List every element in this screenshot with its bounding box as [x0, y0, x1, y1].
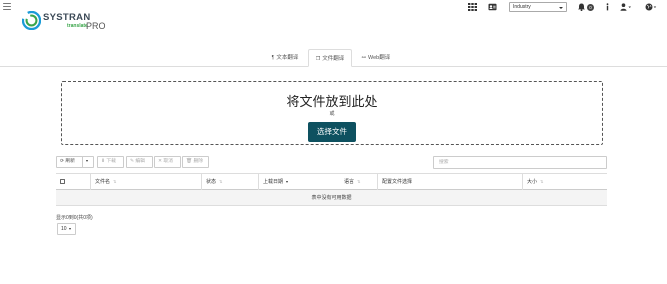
- delete-label: 删除: [193, 159, 204, 164]
- download-label: 下载: [106, 159, 116, 164]
- tab-web-translation[interactable]: ⚯ Web翻译: [354, 49, 398, 67]
- cancel-button[interactable]: ✕ 取消: [154, 156, 181, 168]
- table-empty-row: 表中没有可用数据: [56, 190, 607, 206]
- edit-button[interactable]: ✎ 编辑: [126, 156, 153, 168]
- search-placeholder: 搜索: [439, 160, 449, 165]
- user-icon[interactable]: [620, 3, 632, 11]
- sort-icon: ⇅: [357, 179, 361, 184]
- refresh-button[interactable]: ⟳ 刷新: [56, 156, 83, 168]
- logo-translate-text: translate: [67, 23, 88, 29]
- domain-select-value: Industry: [513, 4, 531, 10]
- close-icon: ✕: [158, 159, 163, 164]
- refresh-label: 刷新: [65, 159, 75, 164]
- drop-zone-or: 或: [329, 111, 335, 117]
- logo-mark-icon: [22, 11, 41, 30]
- pagination-info: 显示0到0(共0项): [56, 215, 93, 221]
- pencil-icon: ✎: [130, 159, 135, 164]
- trash-icon: 🗑: [186, 159, 193, 164]
- column-label: 大小: [527, 179, 538, 185]
- systran-logo[interactable]: SYSTRAN translate PRO: [22, 8, 112, 34]
- menu-hamburger-icon[interactable]: [3, 3, 11, 11]
- apps-grid-icon[interactable]: [468, 3, 477, 11]
- link-icon: ⚯: [361, 55, 366, 61]
- translation-tabs: ¶ 文本翻译 ❐ 文件翻译 ⚯ Web翻译: [0, 49, 667, 67]
- column-label: 文件名: [95, 179, 111, 185]
- sort-icon: ⇅: [540, 179, 544, 184]
- tab-label: 文件翻译: [322, 56, 345, 62]
- column-upload-date[interactable]: 上载日期: [258, 174, 340, 190]
- tab-label: 文本翻译: [276, 55, 299, 61]
- chevron-down-icon: [86, 159, 88, 162]
- logo-systran-text: SYSTRAN: [43, 12, 91, 23]
- column-status[interactable]: 状态 ⇅: [201, 174, 258, 190]
- notification-badge: 0: [587, 4, 594, 11]
- download-icon: ⬇: [101, 159, 106, 164]
- tab-file-translation[interactable]: ❐ 文件翻译: [308, 49, 352, 67]
- cancel-label: 取消: [163, 159, 173, 164]
- chevron-down-icon: [68, 227, 71, 230]
- domain-select[interactable]: Industry: [509, 2, 567, 12]
- column-label: 语言: [344, 179, 355, 185]
- files-table: 文件名 ⇅ 状态 ⇅ 上载日期 语言 ⇅ 配置文件选择 大小 ⇅ 表中没有可用数据: [56, 173, 607, 206]
- column-profile: 配置文件选择: [377, 174, 522, 190]
- refresh-dropdown-button[interactable]: [82, 156, 94, 168]
- paragraph-icon: ¶: [271, 55, 275, 61]
- bell-icon[interactable]: [577, 3, 586, 11]
- file-drop-zone[interactable]: 将文件放到此处 或 选择文件: [61, 81, 603, 145]
- chevron-down-icon: [559, 6, 563, 9]
- sort-icon: ⇅: [113, 179, 117, 184]
- info-icon[interactable]: [603, 3, 612, 11]
- id-card-icon[interactable]: [488, 3, 497, 11]
- page-size-select[interactable]: 10: [57, 223, 76, 235]
- column-label: 状态: [206, 179, 217, 185]
- edit-label: 编辑: [135, 159, 145, 164]
- search-input[interactable]: 搜索: [433, 156, 607, 169]
- choose-file-button[interactable]: 选择文件: [308, 122, 356, 142]
- column-size[interactable]: 大小 ⇅: [522, 174, 607, 190]
- column-filename[interactable]: 文件名 ⇅: [90, 174, 201, 190]
- table-header: 文件名 ⇅ 状态 ⇅ 上载日期 语言 ⇅ 配置文件选择 大小 ⇅: [56, 173, 607, 190]
- tab-label: Web翻译: [367, 55, 391, 61]
- select-all-checkbox[interactable]: [60, 179, 65, 184]
- select-all-column: [56, 174, 70, 190]
- download-button[interactable]: ⬇ 下载: [97, 156, 124, 168]
- file-icon: ❐: [315, 56, 321, 62]
- refresh-icon: ⟳: [60, 159, 65, 164]
- logo-pro-text: PRO: [86, 20, 106, 31]
- sort-icon: ⇅: [219, 179, 223, 184]
- globe-icon[interactable]: [645, 3, 657, 11]
- column-language[interactable]: 语言 ⇅: [340, 174, 377, 190]
- page-size-value: 10: [61, 226, 67, 232]
- drop-zone-title: 将文件放到此处: [286, 94, 378, 109]
- tab-text-translation[interactable]: ¶ 文本翻译: [263, 49, 307, 67]
- sort-desc-icon: [286, 180, 289, 183]
- delete-button[interactable]: 🗑 删除: [182, 156, 209, 168]
- column-label: 上载日期: [263, 179, 284, 185]
- column-label: 配置文件选择: [382, 179, 413, 185]
